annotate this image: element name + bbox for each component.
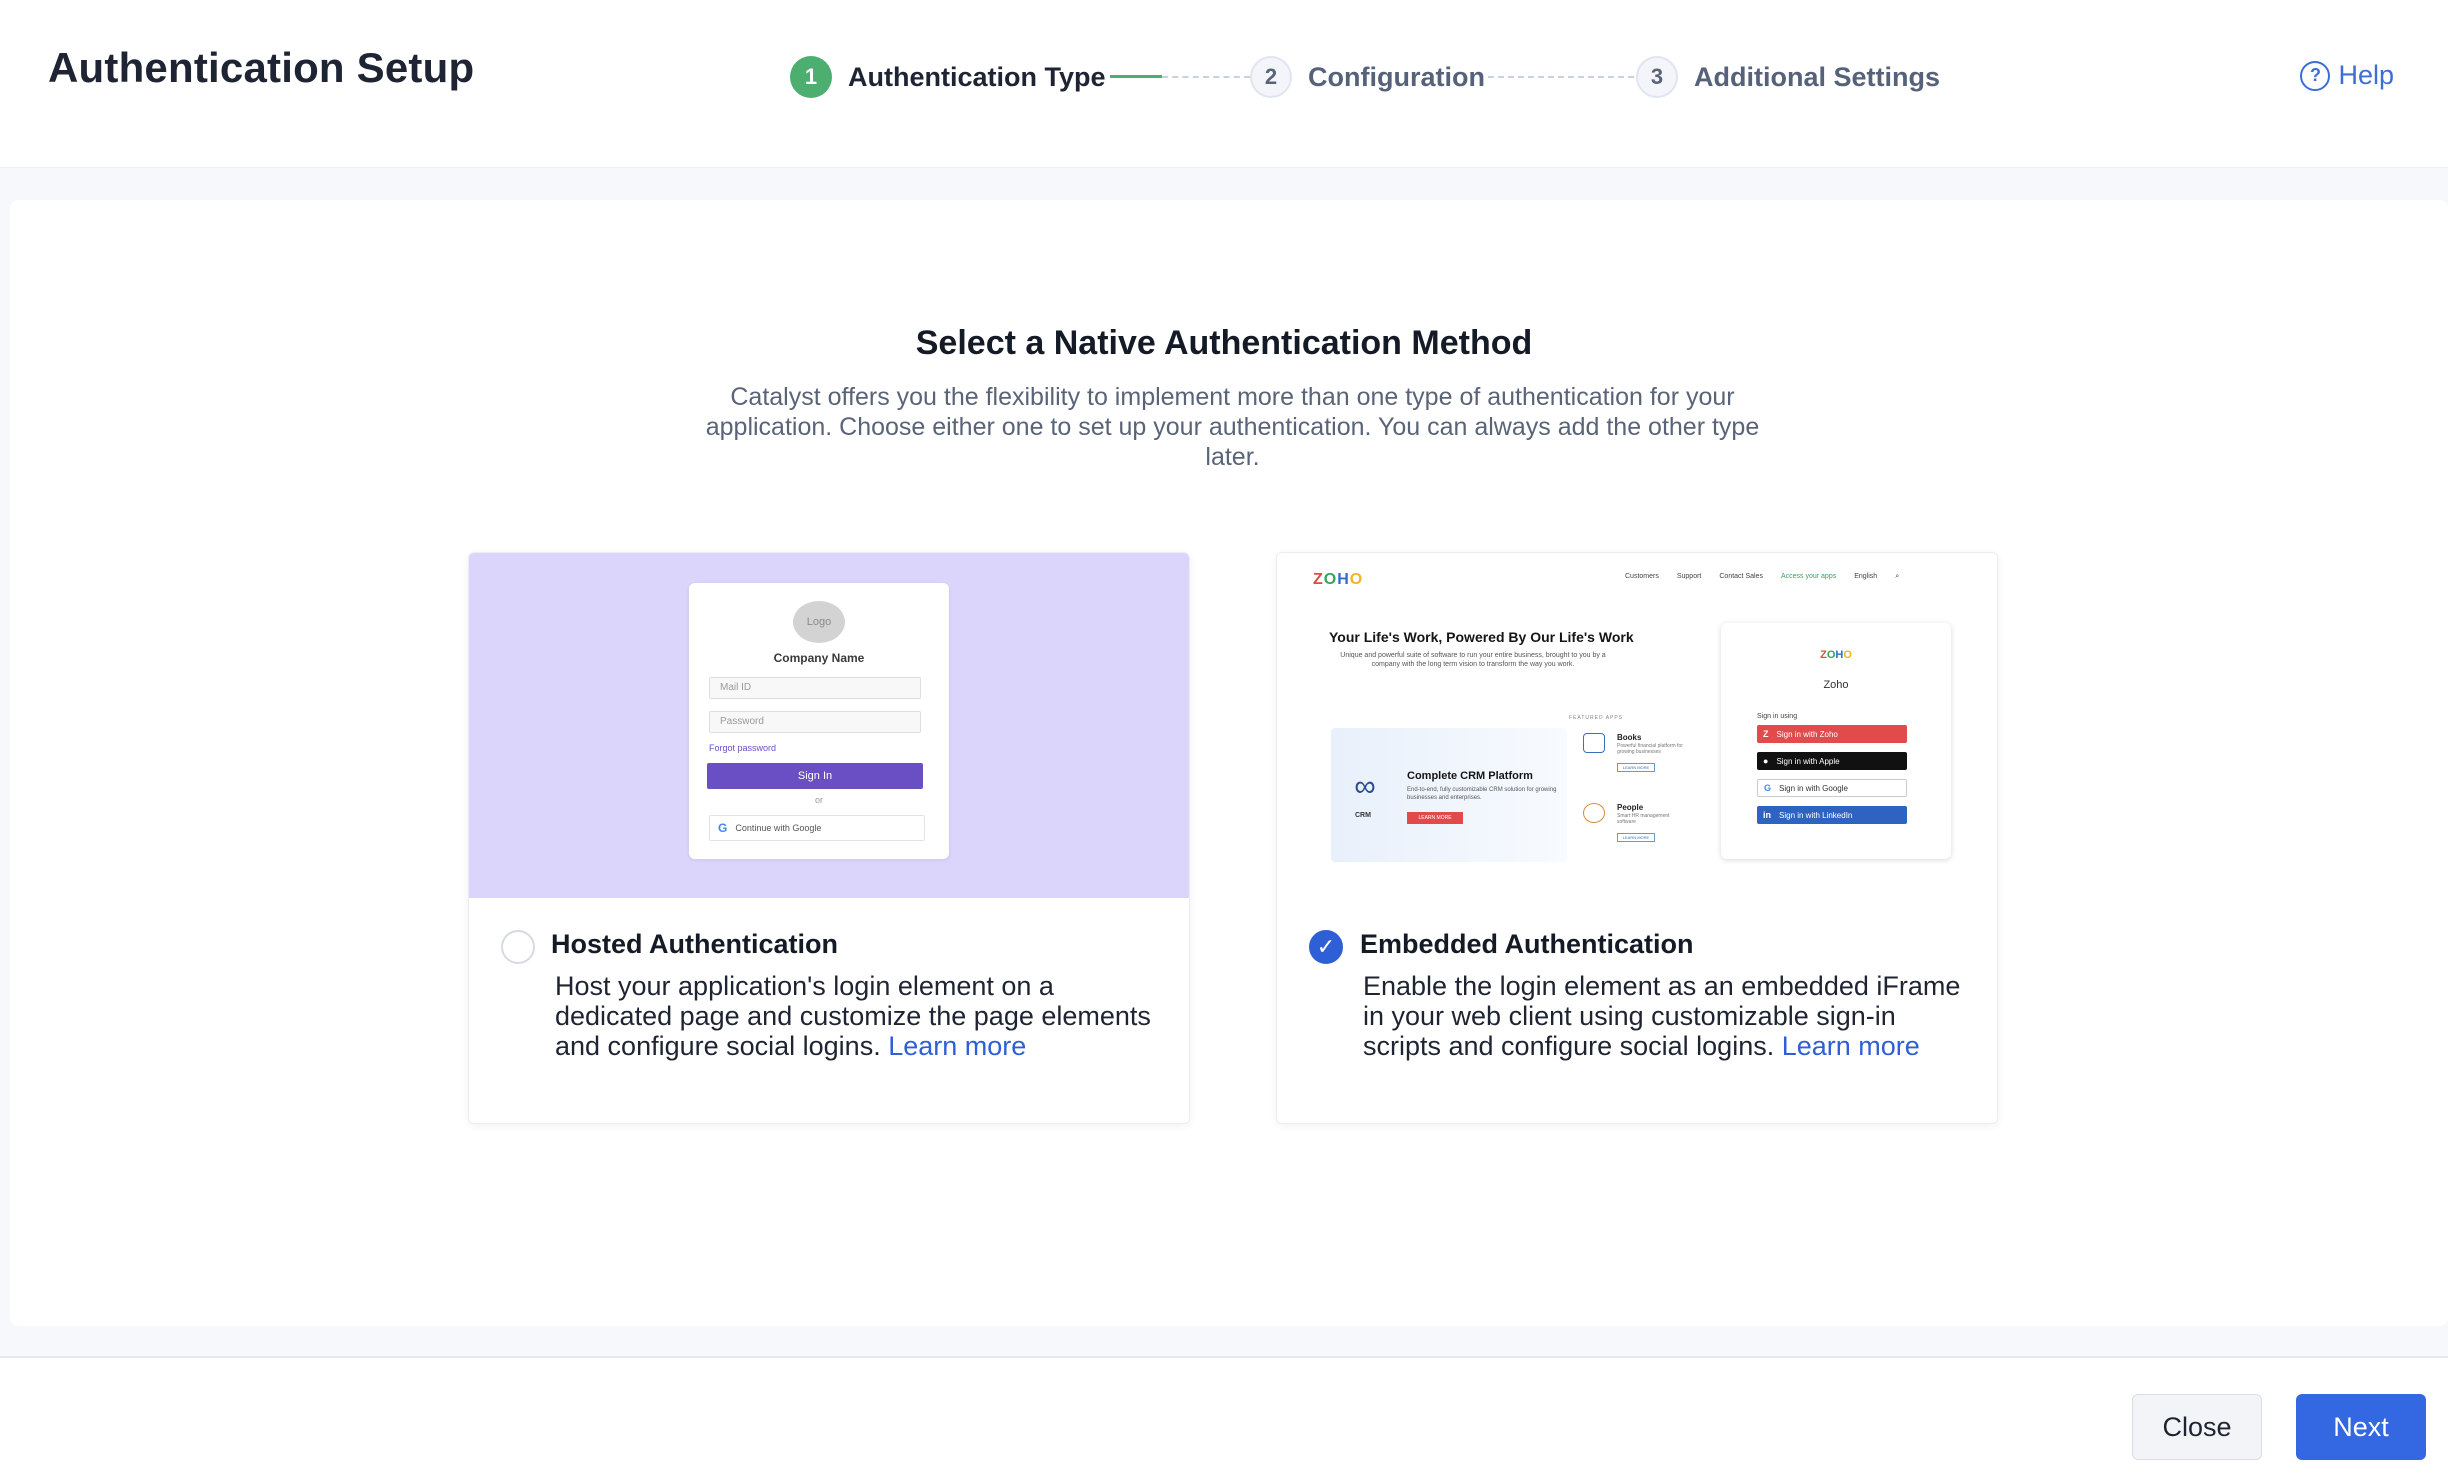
app-subtitle: Powerful financial platform for growing … — [1617, 743, 1683, 755]
or-divider: or — [814, 795, 823, 805]
step-connector — [1488, 76, 1634, 78]
crm-subtitle: End-to-end, fully customizable CRM solut… — [1407, 787, 1557, 801]
google-icon: G — [718, 821, 728, 835]
step-configuration[interactable]: 2 Configuration — [1250, 53, 1485, 101]
step-number: 1 — [790, 56, 832, 98]
section-description: Catalyst offers you the flexibility to i… — [705, 383, 1760, 471]
nav-access-apps: Access your apps — [1780, 573, 1837, 580]
step-connector-done — [1110, 75, 1162, 78]
signin-zoho-label: Sign in with Zoho — [1776, 729, 1838, 739]
embedded-authentication-card[interactable]: ZOHO Customers Support Contact Sales Acc… — [1276, 552, 1998, 1124]
step-authentication-type[interactable]: 1 Authentication Type — [790, 53, 1106, 101]
app-title: Books — [1617, 733, 1642, 742]
company-name: Company Name — [773, 651, 865, 665]
hero-title: Your Life's Work, Powered By Our Life's … — [1329, 629, 1634, 645]
step-number: 3 — [1636, 56, 1678, 98]
step-label: Authentication Type — [848, 61, 1106, 92]
embedded-radio[interactable]: ✓ — [1309, 930, 1343, 964]
signin-zoho-button: Z Sign in with Zoho — [1757, 725, 1907, 743]
mail-id-field: Mail ID — [709, 677, 921, 699]
app-subtitle: Smart HR management software — [1617, 813, 1670, 825]
hosted-authentication-card[interactable]: Logo Company Name Mail ID Password Forgo… — [468, 552, 1190, 1124]
forgot-password-link: Forgot password — [709, 743, 777, 753]
checkmark-icon: ✓ — [1316, 934, 1336, 959]
zoho-small-logo: ZOHO — [1820, 649, 1852, 661]
step-label: Configuration — [1308, 61, 1485, 92]
logo-placeholder: Logo — [793, 601, 845, 643]
password-field: Password — [709, 711, 921, 733]
close-button[interactable]: Close — [2132, 1394, 2262, 1460]
hosted-description-text: Host your application's login element on… — [555, 971, 1151, 1061]
books-icon — [1583, 733, 1605, 753]
signin-linkedin-label: Sign in with LinkedIn — [1779, 810, 1853, 820]
signin-using-label: Sign in using — [1757, 713, 1798, 720]
signin-google-label: Sign in with Google — [1779, 783, 1848, 793]
embedded-title: Embedded Authentication — [1360, 929, 1694, 959]
signin-apple-button: ● Sign in with Apple — [1757, 752, 1907, 770]
crm-learn-more: LEARN MORE — [1407, 812, 1463, 824]
step-number: 2 — [1250, 56, 1292, 98]
google-icon: G — [1764, 783, 1772, 793]
app-learn-more: LEARN MORE — [1617, 833, 1655, 842]
question-circle-icon: ? — [2300, 60, 2331, 91]
nav-language: English — [1854, 573, 1878, 580]
hosted-preview-image: Logo Company Name Mail ID Password Forgo… — [469, 553, 1189, 898]
hosted-learn-more-link[interactable]: Learn more — [888, 1031, 1026, 1061]
step-connector — [1162, 76, 1250, 78]
signin-linkedin-button: in Sign in with LinkedIn — [1757, 806, 1907, 824]
section-title: Select a Native Authentication Method — [915, 324, 1533, 362]
footer: Close Next — [0, 1356, 2448, 1480]
main-panel — [10, 200, 2448, 1326]
signin-apple-label: Sign in with Apple — [1776, 756, 1840, 766]
nav-customers: Customers — [1625, 573, 1659, 580]
mini-login-form: Logo Company Name Mail ID Password Forgo… — [689, 583, 949, 859]
page-title: Authentication Setup — [48, 44, 475, 91]
linkedin-icon: in — [1763, 810, 1771, 820]
step-additional-settings[interactable]: 3 Additional Settings — [1636, 53, 1940, 101]
nav-support: Support — [1676, 573, 1702, 580]
preview-nav: Customers Support Contact Sales Access y… — [1625, 573, 1917, 581]
apple-icon: ● — [1763, 756, 1769, 766]
google-signin-button: G Continue with Google — [709, 815, 925, 841]
search-icon: ⌕ — [1895, 573, 1900, 580]
crm-small-label: CRM — [1355, 812, 1371, 819]
sign-in-button: Sign In — [707, 763, 923, 789]
google-signin-label: Continue with Google — [735, 823, 822, 833]
embedded-description: Enable the login element as an embedded … — [1363, 971, 1973, 1061]
zoho-logo: ZOHO — [1313, 571, 1364, 588]
crm-icon: ∞ — [1354, 770, 1376, 803]
crm-title: Complete CRM Platform — [1407, 770, 1533, 782]
next-button[interactable]: Next — [2296, 1394, 2426, 1460]
zoho-icon: Z — [1763, 729, 1769, 739]
signin-org-name: Zoho — [1823, 679, 1849, 691]
app-title: People — [1617, 803, 1644, 812]
header: Authentication Setup 1 Authentication Ty… — [0, 0, 2448, 168]
signin-google-button: G Sign in with Google — [1757, 779, 1907, 797]
crm-banner: ∞ CRM Complete CRM Platform End-to-end, … — [1331, 728, 1567, 862]
embedded-signin-frame: ZOHO Zoho Sign in using Z Sign in with Zo… — [1721, 623, 1951, 859]
hosted-description: Host your application's login element on… — [555, 971, 1165, 1061]
hero-subtitle: Unique and powerful suite of software to… — [1340, 652, 1606, 668]
embedded-preview-image: ZOHO Customers Support Contact Sales Acc… — [1277, 553, 1997, 898]
step-label: Additional Settings — [1694, 61, 1940, 92]
app-learn-more: LEARN MORE — [1617, 763, 1655, 772]
help-label: Help — [2338, 60, 2394, 90]
hosted-title: Hosted Authentication — [551, 929, 838, 959]
people-icon — [1583, 803, 1605, 823]
help-link[interactable]: ? Help — [2300, 60, 2394, 91]
nav-contact-sales: Contact Sales — [1719, 573, 1763, 580]
embedded-learn-more-link[interactable]: Learn more — [1782, 1031, 1920, 1061]
hosted-radio[interactable] — [501, 930, 535, 964]
featured-apps-label: FEATURED APPS — [1569, 715, 1624, 721]
